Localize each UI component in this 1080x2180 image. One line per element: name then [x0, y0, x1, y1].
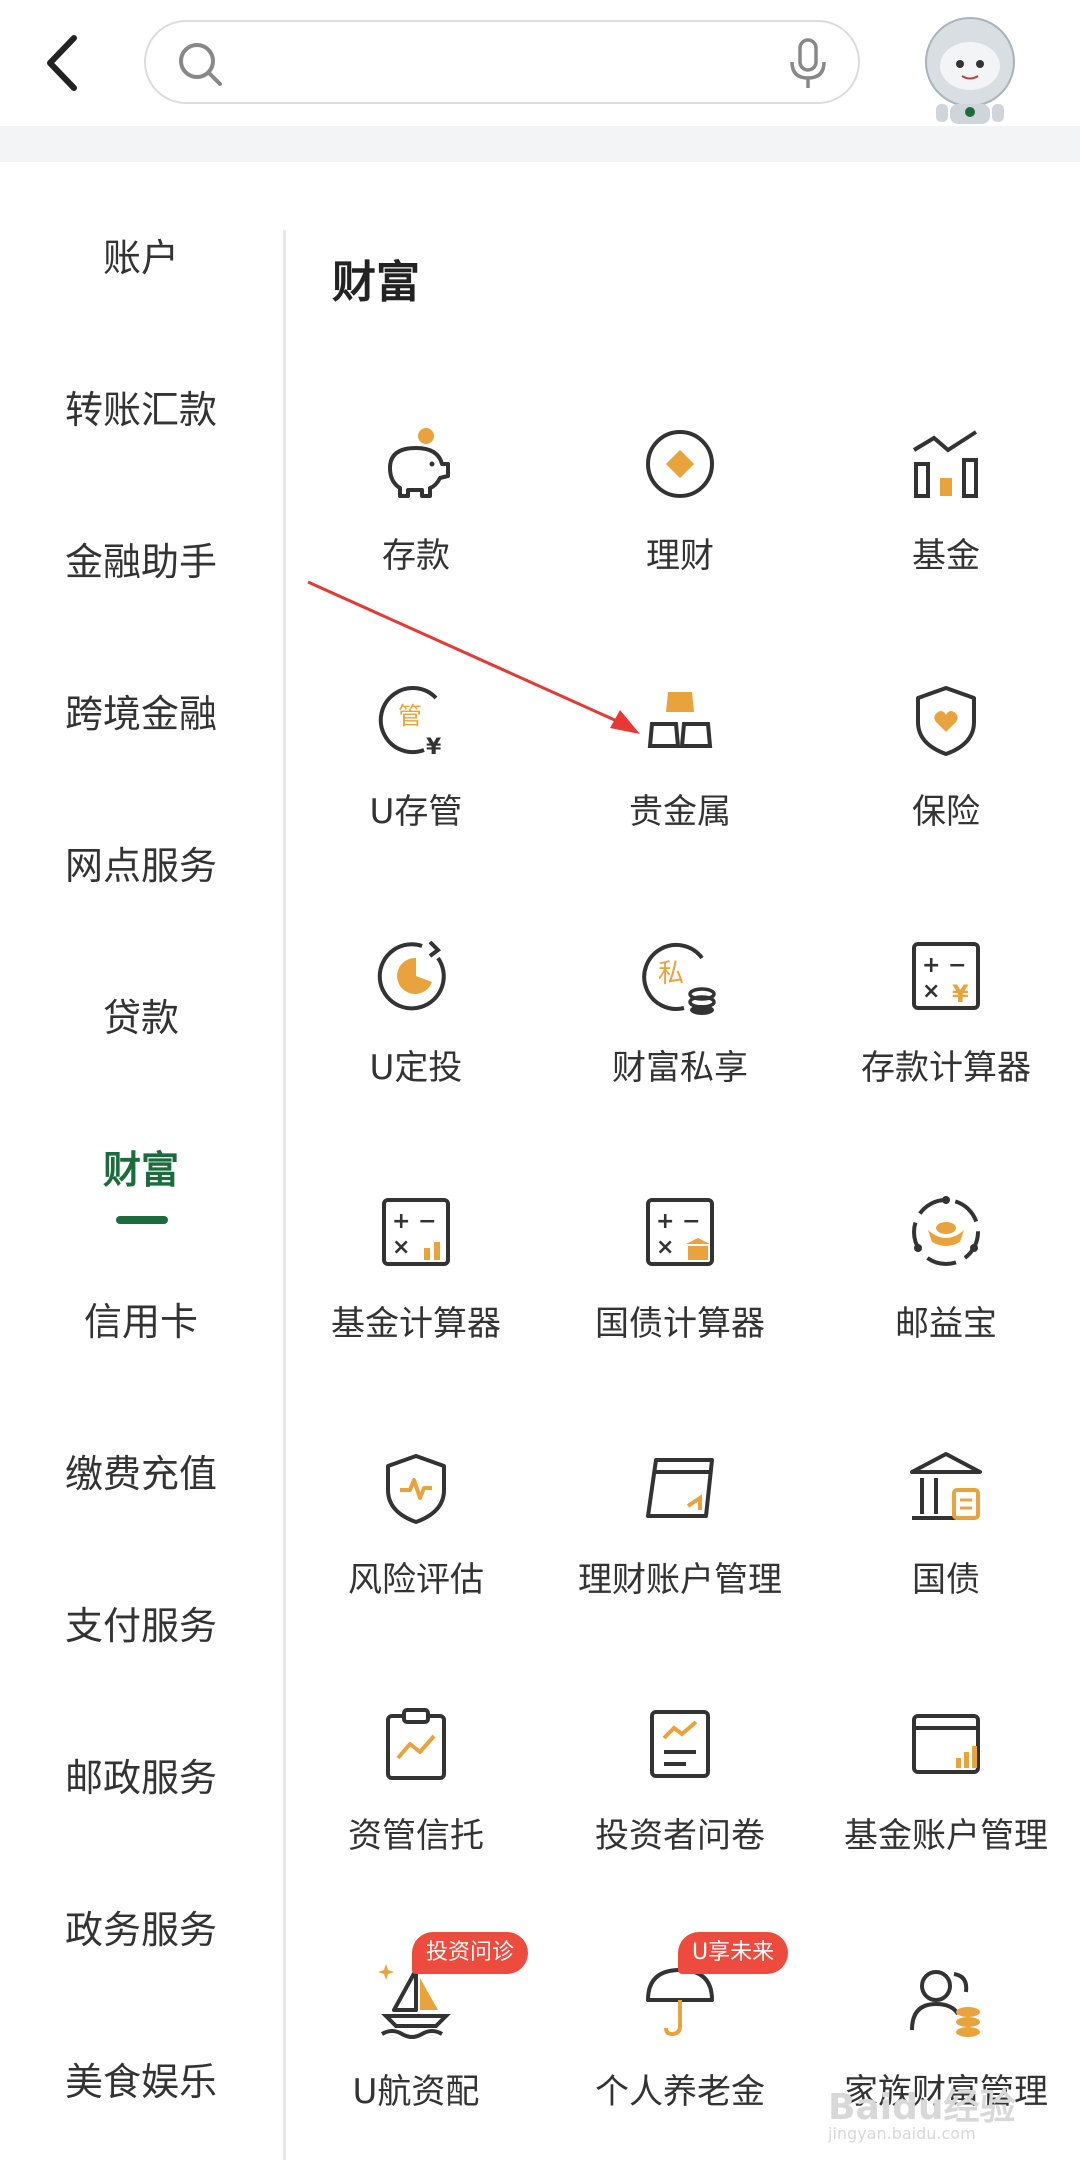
svg-text:¥: ¥	[426, 735, 442, 760]
grid-label: U定投	[369, 1048, 463, 1088]
grid-label: 保险	[912, 792, 980, 832]
fund-calculator-icon: + − ×	[382, 1198, 450, 1266]
private-wealth-icon: 私	[642, 943, 716, 1015]
grid-label: 贵金属	[629, 792, 731, 832]
grid-label: 基金计算器	[331, 1304, 501, 1344]
header-divider	[0, 126, 1080, 162]
chevron-left-icon[interactable]	[40, 30, 90, 96]
grid-item-asset-trust[interactable]: 资管信托	[286, 1704, 546, 1904]
wealth-account-icon	[646, 1458, 714, 1518]
section-title: 财富	[332, 257, 420, 308]
bond-calculator-icon: + − ×	[646, 1198, 714, 1266]
svg-text:×: ×	[656, 1235, 674, 1260]
grid-item-u-fixed-investment[interactable]: U定投	[286, 936, 546, 1136]
search-input[interactable]	[236, 36, 760, 90]
custody-icon: 管 ¥	[378, 686, 442, 760]
grid-label: 理财账户管理	[578, 1560, 782, 1600]
grid-item-insurance[interactable]: 保险	[816, 680, 1076, 880]
grid-label: 基金账户管理	[844, 1816, 1048, 1856]
active-tab-indicator	[116, 1216, 168, 1224]
sidebar-item-finance-assistant[interactable]: 金融助手	[0, 522, 282, 602]
grid-label: 邮益宝	[895, 1304, 997, 1344]
sidebar-item-transfer[interactable]: 转账汇款	[0, 370, 282, 450]
questionnaire-icon	[650, 1710, 710, 1778]
sidebar-item-wealth[interactable]: 财富	[0, 1130, 282, 1210]
robot-avatar-icon[interactable]	[910, 8, 1030, 126]
grid-item-fund-account-management[interactable]: 基金账户管理	[816, 1704, 1076, 1904]
grid-label: 投资者问卷	[595, 1816, 765, 1856]
grid-item-wealth-management[interactable]: 理财	[550, 424, 810, 624]
grid-label: 存款计算器	[861, 1048, 1031, 1088]
ingot-cycle-icon	[912, 1196, 980, 1266]
svg-text:×: ×	[392, 1235, 410, 1260]
grid-label: 风险评估	[348, 1560, 484, 1600]
grid-item-investor-questionnaire[interactable]: 投资者问卷	[550, 1704, 810, 1904]
sidebar-item-postal-service[interactable]: 邮政服务	[0, 1738, 282, 1818]
family-wealth-icon	[910, 1970, 980, 2037]
grid-item-treasury-bond[interactable]: 国债	[816, 1448, 1076, 1648]
top-bar	[0, 0, 1080, 126]
piggy-bank-icon	[388, 428, 450, 498]
grid-label: 理财	[646, 536, 714, 576]
svg-text:×: ×	[922, 979, 940, 1004]
watermark-logo: Baidu经验	[828, 2087, 1016, 2128]
grid-label: 财富私享	[612, 1048, 748, 1088]
grid-item-private-wealth[interactable]: 私 财富私享	[550, 936, 810, 1136]
grid-item-youyibao[interactable]: 邮益宝	[816, 1192, 1076, 1392]
sidebar-item-payment-service[interactable]: 支付服务	[0, 1586, 282, 1666]
grid-label: 存款	[382, 536, 450, 576]
grid-item-risk-assessment[interactable]: 风险评估	[286, 1448, 546, 1648]
fund-chart-icon	[912, 430, 978, 498]
svg-text:管: 管	[398, 702, 422, 730]
sidebar-item-loan[interactable]: 贷款	[0, 978, 282, 1058]
category-sidebar: 账户 转账汇款 金融助手 跨境金融 网点服务 贷款 财富 信用卡 缴费充值 支付…	[0, 162, 282, 2180]
sidebar-item-branch-service[interactable]: 网点服务	[0, 826, 282, 906]
grid-item-fund-calculator[interactable]: + − × 基金计算器	[286, 1192, 546, 1392]
svg-text:私: 私	[658, 959, 684, 989]
clipboard-trend-icon	[386, 1708, 446, 1780]
grid-label: 资管信托	[348, 1816, 484, 1856]
bank-building-icon	[910, 1452, 982, 1520]
grid-label: 国债计算器	[595, 1304, 765, 1344]
promo-badge: U享未来	[678, 1932, 789, 1974]
sidebar-item-credit-card[interactable]: 信用卡	[0, 1282, 282, 1362]
grid-item-bond-calculator[interactable]: + − × 国债计算器	[550, 1192, 810, 1392]
watermark-url: jingyan.baidu.com	[828, 2124, 976, 2143]
grid-label: 国债	[912, 1560, 980, 1600]
svg-text:¥: ¥	[952, 980, 969, 1008]
deposit-calculator-icon: + − × ¥	[912, 942, 980, 1010]
grid-item-wealth-account-management[interactable]: 理财账户管理	[550, 1448, 810, 1648]
sidebar-item-food-entertainment[interactable]: 美食娱乐	[0, 2042, 282, 2122]
grid-label: 个人养老金	[595, 2072, 765, 2112]
search-icon	[179, 43, 222, 86]
grid-item-fund[interactable]: 基金	[816, 424, 1076, 624]
microphone-icon[interactable]	[788, 38, 828, 90]
sidebar-item-cross-border[interactable]: 跨境金融	[0, 674, 282, 754]
fund-account-icon	[912, 1714, 980, 1774]
fixed-investment-icon	[377, 940, 446, 1011]
promo-badge: 投资问诊	[412, 1932, 529, 1974]
wealth-diamond-icon	[646, 430, 714, 498]
shield-heart-icon	[916, 686, 976, 756]
grid-item-u-custody[interactable]: 管 ¥ U存管	[286, 680, 546, 880]
grid-item-deposit[interactable]: 存款	[286, 424, 546, 624]
svg-text:+ −: + −	[656, 1209, 701, 1234]
grid-item-precious-metals[interactable]: 贵金属	[550, 680, 810, 880]
gold-bars-icon	[647, 692, 713, 748]
grid-item-personal-pension[interactable]: 个人养老金	[550, 1960, 810, 2160]
grid-item-u-allocation[interactable]: U航资配	[286, 1960, 546, 2160]
svg-text:+ −: + −	[392, 1209, 437, 1234]
svg-text:+ −: + −	[922, 953, 967, 978]
grid-item-deposit-calculator[interactable]: + − × ¥ 存款计算器	[816, 936, 1076, 1136]
grid-label: 基金	[912, 536, 980, 576]
search-bar[interactable]	[144, 20, 860, 104]
sidebar-item-government-service[interactable]: 政务服务	[0, 1890, 282, 1970]
sidebar-item-payment-topup[interactable]: 缴费充值	[0, 1434, 282, 1514]
sidebar-item-account[interactable]: 账户	[0, 218, 282, 298]
grid-label: U航资配	[352, 2072, 480, 2112]
grid-label: U存管	[369, 792, 463, 832]
risk-shield-icon	[386, 1454, 446, 1524]
